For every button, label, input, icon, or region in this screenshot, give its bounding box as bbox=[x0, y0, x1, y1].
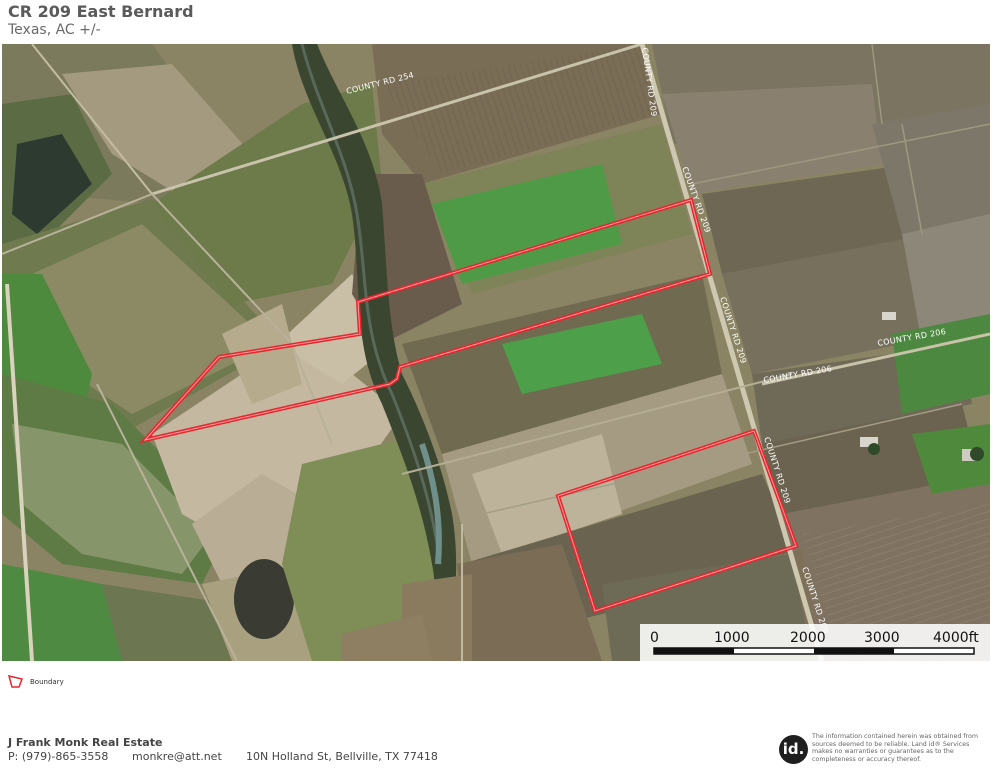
aerial-map[interactable]: COUNTY RD 254 COUNTY RD 209 COUNTY RD 20… bbox=[2, 44, 990, 661]
map-subtitle: Texas, AC +/- bbox=[8, 22, 101, 38]
scale-label-0: 0 bbox=[650, 630, 659, 646]
landid-logo-icon: id. bbox=[779, 735, 808, 764]
footer-email[interactable]: monkre@att.net bbox=[132, 750, 246, 763]
footer-address: 10N Holland St, Bellville, TX 77418 bbox=[246, 750, 438, 763]
boundary-swatch-icon bbox=[8, 675, 24, 688]
scale-bar: 0 1000 2000 3000 4000ft bbox=[640, 624, 990, 661]
footer-phone: P: (979)-865-3558 bbox=[8, 750, 109, 763]
footer-company-name: J Frank Monk Real Estate bbox=[8, 736, 163, 749]
scale-label-2000: 2000 bbox=[790, 630, 826, 646]
footer-contact: P: (979)-865-3558 monkre@att.net 10N Holla… bbox=[8, 750, 438, 763]
footer-disclaimer: The information contained herein was obt… bbox=[812, 733, 978, 763]
aerial-map-canvas: COUNTY RD 254 COUNTY RD 209 COUNTY RD 20… bbox=[2, 44, 990, 661]
legend-label-boundary: Boundary bbox=[30, 678, 64, 686]
scale-label-4000ft: 4000ft bbox=[933, 630, 979, 646]
scale-label-3000: 3000 bbox=[864, 630, 900, 646]
map-title: CR 209 East Bernard bbox=[8, 2, 194, 21]
scale-label-1000: 1000 bbox=[714, 630, 750, 646]
